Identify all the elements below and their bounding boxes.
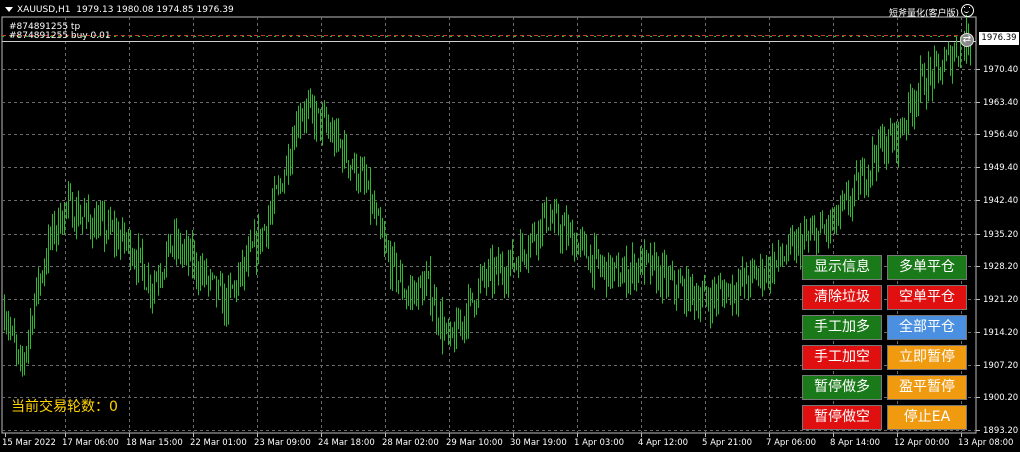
price-tick-label: 1893.20 [983, 425, 1019, 436]
order-buy-label: #874891255 buy 0.01 [9, 31, 111, 41]
profit-pause-button[interactable]: 盈平暂停 [887, 375, 967, 400]
price-tick-label: 1914.20 [983, 327, 1019, 338]
manual-add-short-button[interactable]: 手工加空 [802, 345, 882, 370]
time-tick-label: 8 Apr 14:00 [830, 438, 881, 448]
stop-ea-button[interactable]: 停止EA [887, 405, 967, 430]
time-tick-label: 12 Apr 00:00 [894, 438, 950, 448]
pause-now-button[interactable]: 立即暂停 [887, 345, 967, 370]
symbol-dropdown-icon[interactable] [5, 7, 13, 12]
time-tick-label: 23 Mar 09:00 [254, 438, 311, 448]
time-tick-label: 30 Mar 19:00 [510, 438, 567, 448]
price-tick-label: 1921.20 [983, 294, 1019, 305]
time-tick-label: 18 Mar 15:00 [126, 438, 183, 448]
time-tick-label: 7 Apr 06:00 [766, 438, 817, 448]
close-short-button[interactable]: 空单平仓 [887, 285, 967, 310]
plot-frame [1, 16, 977, 434]
show-info-button[interactable]: 显示信息 [802, 255, 882, 280]
clear-trash-button[interactable]: 清除垃圾 [802, 285, 882, 310]
time-tick-label: 4 Apr 12:00 [638, 438, 689, 448]
chart-window[interactable]: XAUUSD,H1 1979.13 1980.08 1974.85 1976.3… [0, 0, 1020, 452]
manual-add-long-button[interactable]: 手工加多 [802, 315, 882, 340]
close-long-button[interactable]: 多单平仓 [887, 255, 967, 280]
price-tick-label: 1956.40 [983, 129, 1019, 140]
time-tick-label: 1 Apr 03:00 [574, 438, 625, 448]
price-tick-label: 1900.20 [983, 392, 1019, 403]
price-tick-label: 1970.40 [983, 64, 1019, 75]
close-all-button[interactable]: 全部平仓 [887, 315, 967, 340]
time-tick-label: 28 Mar 02:00 [382, 438, 439, 448]
price-tick-label: 1963.40 [983, 97, 1019, 108]
trade-round-value: 0 [109, 399, 118, 415]
price-tick-label: 1935.20 [983, 229, 1019, 240]
time-tick-label: 24 Mar 18:00 [318, 438, 375, 448]
symbol-label: XAUUSD,H1 1979.13 1980.08 1974.85 1976.3… [17, 5, 234, 15]
smiley-face-icon [961, 4, 974, 17]
price-tick-label: 1907.20 [983, 360, 1019, 371]
trade-level-marker-icon[interactable]: ⇄ [960, 33, 974, 47]
symbol-name: XAUUSD,H1 [17, 5, 71, 15]
price-tick-label: 1928.20 [983, 261, 1019, 272]
trade-round-counter: 当前交易轮数：0 [11, 396, 118, 416]
pause-short-button[interactable]: 暂停做空 [802, 405, 882, 430]
time-tick-label: 22 Mar 01:00 [190, 438, 247, 448]
trade-round-label: 当前交易轮数： [11, 399, 109, 415]
pause-long-button[interactable]: 暂停做多 [802, 375, 882, 400]
time-tick-label: 17 Mar 06:00 [62, 438, 119, 448]
current-price-box: 1976.39 [979, 32, 1019, 45]
time-tick-label: 13 Apr 08:00 [958, 438, 1014, 448]
time-tick-label: 29 Mar 10:00 [446, 438, 503, 448]
ea-brand-label: 短斧量化(客户版) [889, 9, 960, 19]
time-tick-label: 15 Mar 2022 [2, 438, 56, 448]
price-tick-label: 1949.40 [983, 162, 1019, 173]
time-tick-label: 5 Apr 21:00 [702, 438, 753, 448]
ohlc-values: 1979.13 1980.08 1974.85 1976.39 [76, 5, 234, 15]
price-tick-label: 1942.40 [983, 195, 1019, 206]
